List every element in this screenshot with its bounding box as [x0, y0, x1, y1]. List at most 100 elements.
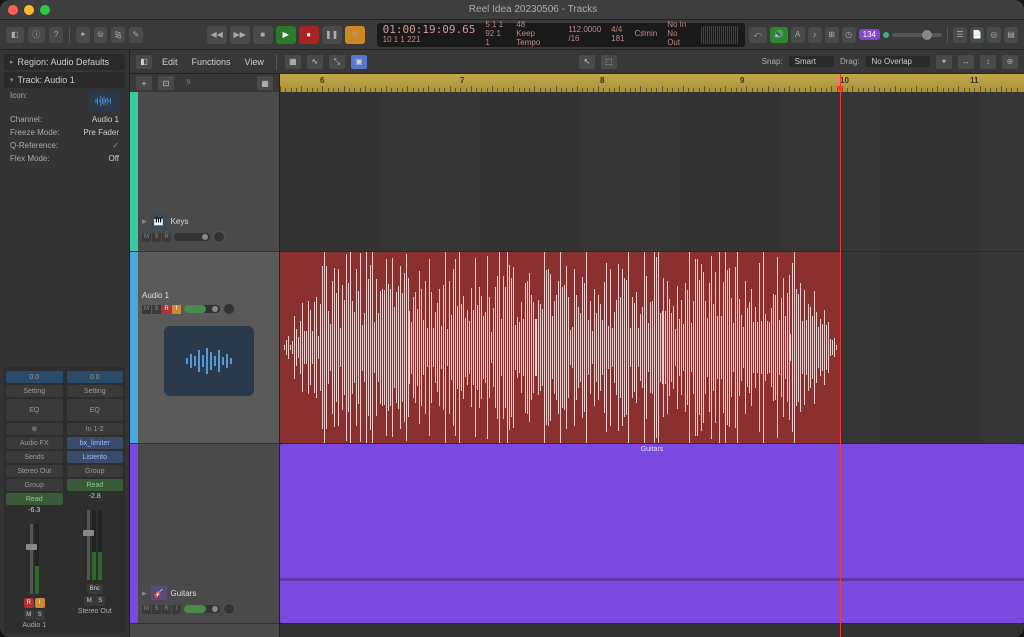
vertical-zoom-icon[interactable]: ↕	[980, 55, 996, 69]
master-volume-badge[interactable]: 134	[859, 29, 880, 40]
master-volume-slider[interactable]	[892, 33, 942, 37]
editors-icon[interactable]: ✎	[129, 27, 143, 43]
instrument-icon[interactable]: 🎸	[151, 586, 167, 600]
track-color[interactable]	[130, 252, 138, 443]
level-meter	[98, 510, 102, 580]
minimize-window-button[interactable]	[24, 5, 34, 15]
level-meter	[35, 524, 39, 594]
view-menu[interactable]: View	[241, 55, 268, 69]
track-lane-audio1[interactable]	[280, 252, 1024, 444]
library-icon[interactable]: ◧	[6, 27, 24, 43]
tracks-toolbar: ◧ Edit Functions View ▦ ∿ ⤡ ▣ ↖ ⬚ Snap: …	[130, 50, 1024, 74]
marquee-tool-icon[interactable]: ⬚	[601, 55, 617, 69]
solo-button[interactable]: S	[35, 610, 45, 620]
window-title: Reel Idea 20230506 - Tracks	[50, 4, 1016, 15]
lcd-overview[interactable]	[701, 26, 739, 44]
quick-help-icon[interactable]: ?	[49, 27, 63, 43]
instrument-icon[interactable]: 🎹	[151, 214, 167, 228]
volume-fader[interactable]	[87, 510, 90, 580]
track-lane-keys[interactable]	[280, 92, 1024, 252]
channel-strips: 0.0 Setting EQ ⊕ Audio FX Sends Stereo O…	[4, 367, 125, 633]
audio-region-guitars[interactable]: Guitars	[280, 444, 1024, 623]
notes-icon[interactable]: 📄	[970, 27, 984, 43]
track-pan-knob[interactable]	[223, 603, 235, 615]
titlebar: Reel Idea 20230506 - Tracks	[0, 0, 1024, 20]
tuner-icon[interactable]: ♪	[808, 27, 822, 43]
input-monitor[interactable]: I	[35, 598, 45, 608]
track-icon-large[interactable]	[164, 326, 254, 396]
mute-button[interactable]: M	[24, 610, 34, 620]
track-pan-knob[interactable]	[223, 303, 235, 315]
forward-button[interactable]: ▶▶	[230, 26, 250, 44]
pause-button[interactable]: ❚❚	[322, 26, 342, 44]
duplicate-track-icon[interactable]: ⊡	[158, 76, 174, 90]
track-volume-slider[interactable]	[184, 305, 220, 313]
inspector-icon[interactable]: ⓘ	[28, 27, 46, 43]
track-name[interactable]: Guitars	[171, 589, 197, 598]
playhead[interactable]	[840, 74, 841, 637]
add-track-button[interactable]: +	[136, 76, 152, 90]
zoom-fit-icon[interactable]: ✦	[936, 55, 952, 69]
play-button[interactable]: ▶	[276, 26, 296, 44]
auto-punch-icon[interactable]: A	[791, 27, 805, 43]
waveform-zoom-icon[interactable]: ↔	[958, 55, 974, 69]
cycle-button[interactable]: ⟲	[345, 26, 365, 44]
toggle-inspector-icon[interactable]: ◧	[136, 55, 152, 69]
count-in-icon[interactable]: ⊞	[825, 27, 839, 43]
transport-controls: ◀◀ ▶▶ ■ ▶ ● ❚❚ ⟲	[207, 26, 365, 44]
zoom-icon[interactable]: ⊕	[1002, 55, 1018, 69]
arrange-area[interactable]: 6 7 8 9 10 11	[280, 74, 1024, 637]
track-inspector-header[interactable]: Track: Audio 1	[4, 72, 125, 88]
pointer-tool-icon[interactable]: ↖	[579, 55, 595, 69]
bounce-button[interactable]: Bnc	[87, 584, 103, 594]
bar-ruler[interactable]: 6 7 8 9 10 11	[280, 74, 1024, 92]
functions-menu[interactable]: Functions	[188, 55, 235, 69]
browser-icon[interactable]: ▤	[1004, 27, 1018, 43]
stop-button[interactable]: ■	[253, 26, 273, 44]
gain-display[interactable]: 0.0	[6, 371, 63, 383]
replace-icon[interactable]: ⤺	[749, 27, 767, 43]
lcd-display[interactable]: 01:00:19:09.65 10 1 1 221 5 1 1 92 1 1 4…	[377, 23, 745, 47]
drag-mode-select[interactable]: No Overlap	[866, 56, 930, 67]
track-name[interactable]: Audio 1	[142, 291, 169, 300]
level-meter	[92, 510, 96, 580]
edit-menu[interactable]: Edit	[158, 55, 182, 69]
eq-thumbnail[interactable]: EQ	[6, 399, 63, 421]
track-volume-slider[interactable]	[184, 605, 220, 613]
automation-mode[interactable]: Read	[6, 493, 63, 505]
volume-fader[interactable]	[30, 524, 33, 594]
toolbar-icon[interactable]: ✦	[76, 27, 90, 43]
track-pan-knob[interactable]	[213, 231, 225, 243]
lcd-position: 10 1 1 221	[383, 36, 476, 45]
rewind-button[interactable]: ◀◀	[207, 26, 227, 44]
smart-controls-icon[interactable]: ⦾	[94, 27, 108, 43]
snap-select[interactable]: Smart	[789, 56, 834, 67]
track-color[interactable]	[130, 92, 138, 251]
track-name[interactable]: Keys	[171, 217, 189, 226]
track-icon-preview[interactable]	[89, 91, 119, 111]
list-editors-icon[interactable]: ☰	[953, 27, 967, 43]
loops-icon[interactable]: ◎	[987, 27, 1001, 43]
record-enable[interactable]: R	[24, 598, 34, 608]
grid-icon[interactable]: ▦	[285, 55, 301, 69]
track-volume-slider[interactable]	[174, 233, 210, 241]
inspector-panel: Region: Audio Defaults Track: Audio 1 Ic…	[0, 50, 130, 637]
audio-region[interactable]	[280, 252, 840, 443]
main-toolbar: ◧ ⓘ ? ✦ ⦾ ⧎ ✎ ◀◀ ▶▶ ■ ▶ ● ❚❚ ⟲ 01:00:19:…	[0, 20, 1024, 50]
mixer-icon[interactable]: ⧎	[111, 27, 125, 43]
close-window-button[interactable]	[8, 5, 18, 15]
click-icon[interactable]: ◷	[842, 27, 856, 43]
zoom-window-button[interactable]	[40, 5, 50, 15]
channel-strip-audio1: 0.0 Setting EQ ⊕ Audio FX Sends Stereo O…	[6, 371, 63, 629]
record-button[interactable]: ●	[299, 26, 319, 44]
track-lane-guitars[interactable]: Guitars	[280, 444, 1024, 624]
waveform-display	[280, 252, 840, 443]
region-inspector-header[interactable]: Region: Audio Defaults	[4, 54, 125, 70]
catch-icon[interactable]: ▣	[351, 55, 367, 69]
track-color[interactable]	[130, 444, 138, 623]
midi-fx-slot[interactable]: ⊕	[6, 423, 63, 435]
flex-icon[interactable]: ⤡	[329, 55, 345, 69]
low-latency-icon[interactable]: 🔊	[770, 27, 788, 43]
global-tracks-icon[interactable]: ▦	[257, 76, 273, 90]
automation-icon[interactable]: ∿	[307, 55, 323, 69]
